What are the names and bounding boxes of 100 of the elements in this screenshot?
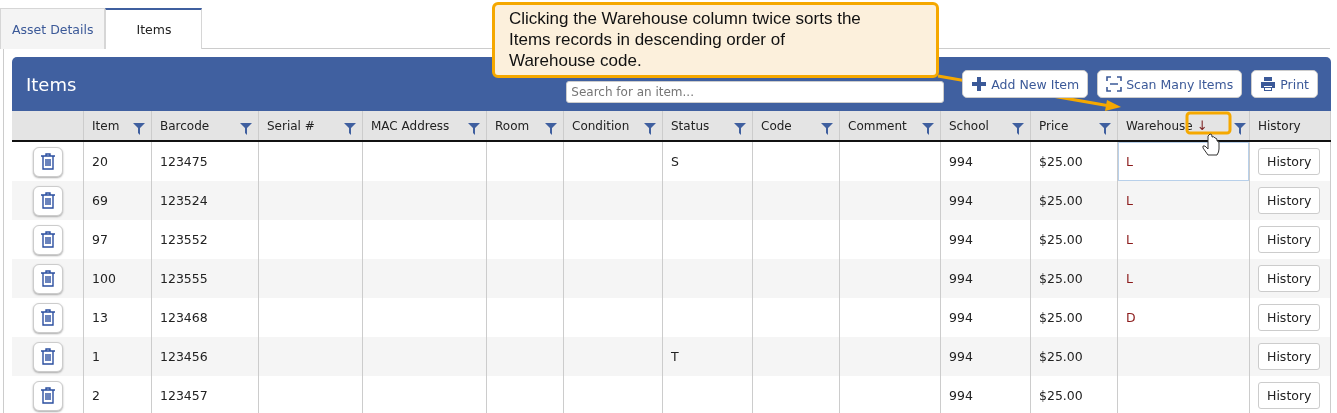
table-cell: $25.00: [1039, 349, 1083, 364]
history-button[interactable]: History: [1258, 382, 1321, 409]
filter-icon[interactable]: [1012, 122, 1024, 135]
filter-icon[interactable]: [922, 122, 934, 135]
delete-button[interactable]: [32, 302, 63, 333]
filter-icon[interactable]: [545, 122, 557, 135]
column-header[interactable]: Serial #: [259, 111, 363, 140]
add-button[interactable]: Add New Item: [962, 70, 1089, 98]
filter-icon[interactable]: [1233, 122, 1246, 135]
column-header[interactable]: School: [941, 111, 1031, 140]
history-button[interactable]: History: [1258, 226, 1321, 253]
trash-icon: [39, 192, 56, 209]
scan-button[interactable]: Scan Many Items: [1097, 70, 1243, 98]
column-label: Price: [1039, 118, 1070, 133]
trash-icon: [39, 231, 56, 248]
column-label: MAC Address: [371, 118, 451, 133]
filter-icon[interactable]: [644, 122, 656, 135]
table-cell: 97: [92, 232, 108, 247]
table-cell: $25.00: [1039, 388, 1083, 403]
scan-icon: [1106, 76, 1123, 92]
table-cell: 994: [949, 154, 973, 169]
column-label: Code: [761, 118, 793, 133]
trash-icon: [39, 387, 56, 404]
table-cell: $25.00: [1039, 154, 1083, 169]
table-cell: 123457: [160, 388, 208, 403]
table-cell: 994: [949, 193, 973, 208]
history-button[interactable]: History: [1258, 187, 1321, 214]
table-cell: 123524: [160, 193, 208, 208]
trash-icon: [39, 348, 56, 365]
table-cell: 123456: [160, 349, 208, 364]
history-button[interactable]: History: [1258, 148, 1321, 175]
table-cell: L: [1126, 232, 1133, 247]
filter-icon[interactable]: [1099, 122, 1111, 135]
print-button[interactable]: Print: [1251, 70, 1318, 98]
history-button[interactable]: History: [1258, 304, 1321, 331]
printer-icon: [1260, 76, 1277, 92]
column-label: Status: [671, 118, 711, 133]
column-header[interactable]: Barcode: [152, 111, 259, 140]
column-label: Barcode: [160, 118, 211, 133]
table-cell: L: [1126, 193, 1133, 208]
column-header[interactable]: Condition: [564, 111, 663, 140]
column-header[interactable]: Room: [487, 111, 564, 140]
filter-icon[interactable]: [821, 122, 833, 135]
column-label: Condition: [572, 118, 631, 133]
delete-button[interactable]: [32, 224, 63, 255]
column-header[interactable]: History: [1250, 111, 1331, 140]
column-header[interactable]: Status: [663, 111, 753, 140]
table-cell: L: [1126, 271, 1133, 286]
table-cell: $25.00: [1039, 310, 1083, 325]
filter-icon[interactable]: [344, 122, 356, 135]
tab[interactable]: Items: [105, 8, 203, 49]
table-cell: 1: [92, 349, 100, 364]
table-cell: 123552: [160, 232, 208, 247]
filter-icon[interactable]: [468, 122, 480, 135]
trash-icon: [39, 153, 56, 170]
tab[interactable]: Asset Details: [0, 8, 106, 49]
table-cell: 994: [949, 349, 973, 364]
sort-arrow: ↓: [1196, 118, 1208, 133]
table-cell: 123468: [160, 310, 208, 325]
column-header[interactable]: Code: [753, 111, 840, 140]
column-label: Room: [495, 118, 531, 133]
table-cell: $25.00: [1039, 271, 1083, 286]
callout: Clicking the Warehouse column twice sorts the Items records in descending order of Warehouse code.: [492, 2, 939, 78]
filter-icon[interactable]: [133, 122, 145, 135]
column-header[interactable]: Price: [1031, 111, 1118, 140]
delete-button[interactable]: [32, 185, 63, 216]
column-header[interactable]: MAC Address: [363, 111, 487, 140]
delete-button[interactable]: [32, 380, 63, 411]
column-label: School: [949, 118, 990, 133]
column-label: Comment: [848, 118, 908, 133]
table-cell: 994: [949, 310, 973, 325]
table-cell: 13: [92, 310, 108, 325]
table-cell: T: [671, 349, 679, 364]
column-label: Serial #: [267, 118, 316, 133]
history-button[interactable]: History: [1258, 265, 1321, 292]
column-header[interactable]: Comment: [840, 111, 941, 140]
table-cell: D: [1126, 310, 1136, 325]
filter-icon[interactable]: [734, 122, 746, 135]
search-field[interactable]: Search for an item...: [566, 81, 945, 103]
panel-title: Items: [26, 73, 78, 95]
table-cell: 123555: [160, 271, 208, 286]
column-label: Item: [92, 118, 121, 133]
table-cell: 69: [92, 193, 108, 208]
table-cell: 994: [949, 271, 973, 286]
table-cell: L: [1126, 154, 1133, 169]
table-cell: 994: [949, 388, 973, 403]
table-cell: $25.00: [1039, 232, 1083, 247]
delete-button[interactable]: [32, 263, 63, 294]
table-cell: 20: [92, 154, 108, 169]
trash-icon: [39, 309, 56, 326]
delete-button[interactable]: [32, 146, 63, 177]
table-cell: 100: [92, 271, 116, 286]
table-cell: 123475: [160, 154, 208, 169]
column-label: History: [1258, 118, 1302, 133]
delete-button[interactable]: [32, 341, 63, 372]
plus-icon: [971, 76, 988, 92]
filter-icon[interactable]: [240, 122, 252, 135]
column-header[interactable]: Item: [84, 111, 152, 140]
table-cell: $25.00: [1039, 193, 1083, 208]
history-button[interactable]: History: [1258, 343, 1321, 370]
